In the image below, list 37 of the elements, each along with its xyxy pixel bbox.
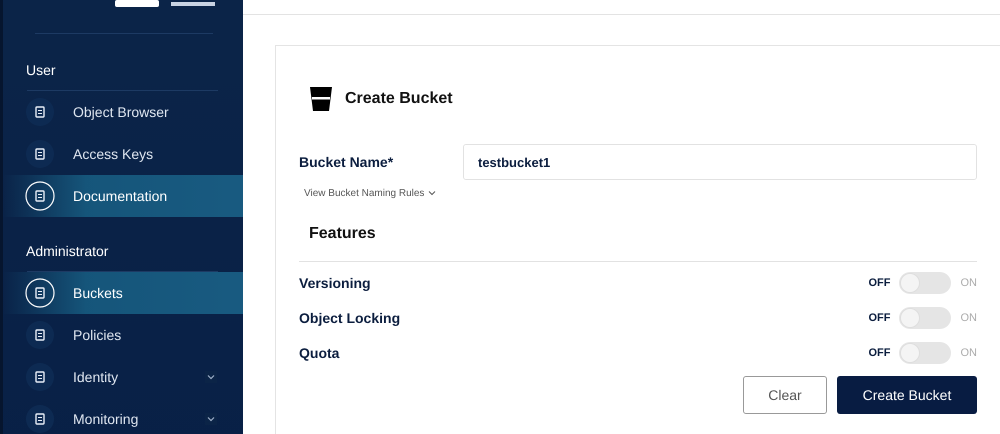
feature-label: Quota	[299, 344, 340, 360]
document-icon	[25, 139, 55, 169]
document-icon	[25, 181, 55, 211]
form-title: Create Bucket	[345, 90, 453, 108]
document-icon	[25, 97, 55, 127]
chevron-down-icon	[205, 413, 217, 425]
chevron-down-icon	[428, 190, 436, 196]
document-icon	[25, 278, 55, 308]
on-label: ON	[960, 312, 977, 324]
toggle-switch[interactable]	[898, 272, 950, 294]
feature-label: Versioning	[299, 274, 371, 290]
off-label: OFF	[868, 276, 890, 288]
chevron-down-icon	[205, 371, 217, 383]
naming-rules-link[interactable]: View Bucket Naming Rules	[304, 188, 424, 199]
section-title: User	[25, 62, 57, 78]
sidebar-item[interactable]: Monitoring	[3, 398, 243, 434]
document-icon	[25, 404, 55, 434]
section-heading: Features	[309, 225, 377, 243]
document-icon	[25, 320, 55, 350]
bucket-name-input[interactable]: testbucket1	[463, 144, 977, 180]
clear-button[interactable]: Clear	[743, 376, 827, 414]
off-label: OFF	[868, 346, 890, 358]
toggle-switch[interactable]	[898, 342, 950, 364]
create-bucket-button[interactable]: Create Bucket	[837, 376, 977, 414]
off-label: OFF	[868, 312, 890, 324]
section-title: Administrator	[25, 243, 110, 259]
bucket-icon	[309, 86, 333, 112]
document-icon	[25, 362, 55, 392]
sidebar-item[interactable]: Access Keys	[3, 133, 243, 175]
sidebar-item[interactable]: Policies	[3, 314, 243, 356]
on-label: ON	[960, 346, 977, 358]
field-label: Bucket Name*	[299, 154, 394, 170]
on-label: ON	[960, 276, 977, 288]
sidebar-item[interactable]: Object Browser	[3, 91, 243, 133]
toggle-switch[interactable]	[898, 306, 950, 328]
sidebar-item[interactable]: Identity	[3, 356, 243, 398]
feature-label: Object Locking	[299, 310, 400, 326]
